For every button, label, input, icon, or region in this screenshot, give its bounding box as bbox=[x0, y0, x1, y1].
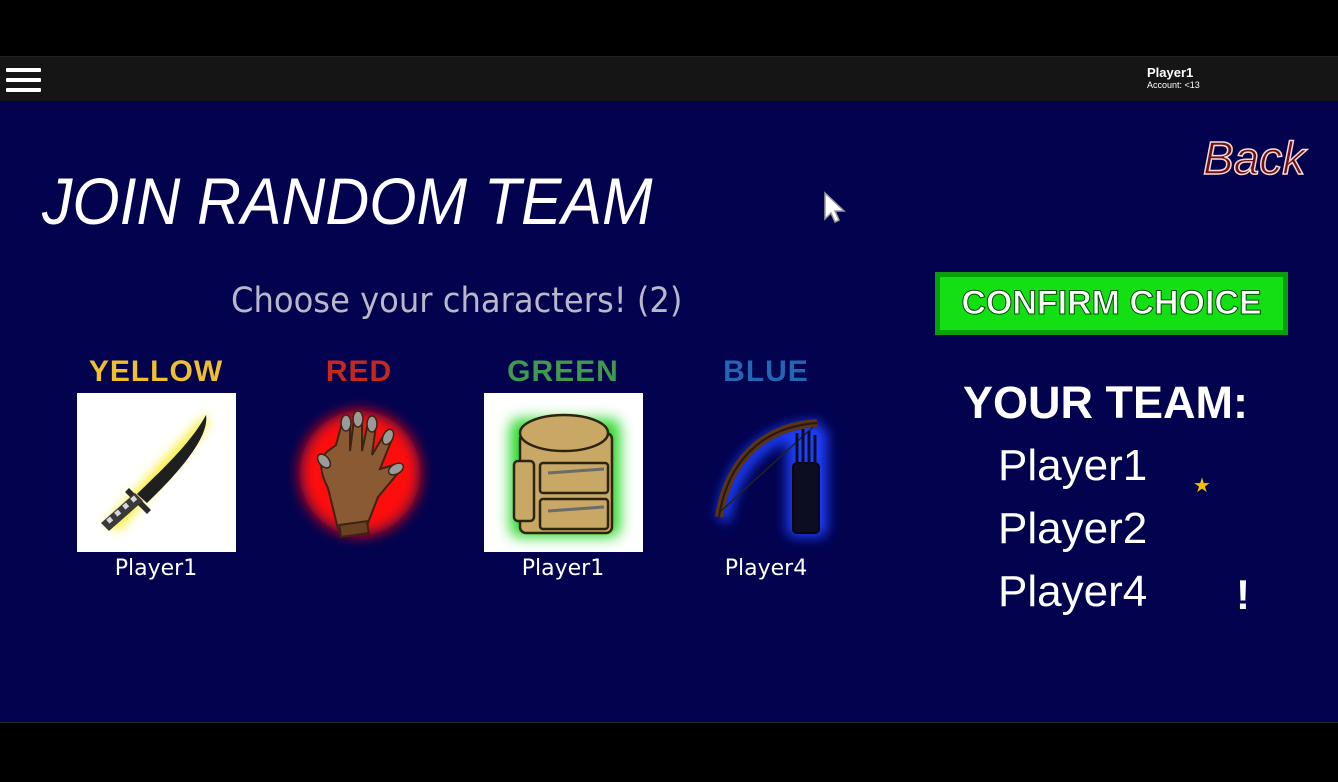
team-color-label: YELLOW bbox=[88, 355, 224, 388]
exclamation-icon: ! bbox=[1236, 571, 1250, 618]
character-player-name: Player4 bbox=[724, 556, 808, 581]
character-blue: BLUE Player4 bbox=[666, 352, 866, 584]
bow-icon bbox=[714, 419, 827, 537]
confirm-choice-button[interactable]: CONFIRM CHOICE bbox=[935, 272, 1288, 335]
character-yellow: YELLOW Player1 bbox=[56, 352, 256, 584]
mouse-cursor-icon bbox=[824, 191, 846, 224]
team-member: Player1 bbox=[998, 441, 1148, 490]
your-team-heading: YOUR TEAM: bbox=[963, 377, 1248, 428]
character-slot-blue[interactable] bbox=[687, 393, 846, 552]
page-title: JOIN RANDOM TEAM bbox=[42, 164, 653, 238]
hamburger-menu-icon[interactable] bbox=[6, 66, 42, 94]
confirm-choice-label: CONFIRM CHOICE bbox=[961, 284, 1262, 323]
team-member: Player4 bbox=[998, 567, 1148, 616]
star-icon: ★ bbox=[1193, 473, 1211, 497]
account-age: Account: <13 bbox=[1147, 80, 1200, 90]
team-color-label: GREEN bbox=[507, 355, 619, 388]
character-green: GREEN Player1 bbox=[463, 352, 663, 584]
choose-characters-prompt: Choose your characters! (2) bbox=[231, 281, 683, 321]
character-player-name bbox=[259, 554, 459, 584]
character-slot-red[interactable] bbox=[280, 393, 439, 552]
team-member: Player2 bbox=[998, 504, 1148, 553]
bottom-divider bbox=[0, 722, 1338, 723]
character-player-name: Player1 bbox=[521, 556, 605, 581]
confirm-choice-button-face: CONFIRM CHOICE bbox=[940, 277, 1283, 330]
game-screen: Player1 Account: <13 JOIN RANDOM TEAM Ba… bbox=[0, 0, 1338, 782]
glove-icon bbox=[299, 410, 420, 539]
account-name: Player1 bbox=[1147, 65, 1194, 80]
character-slot-green[interactable] bbox=[483, 393, 643, 552]
character-red: RED bbox=[259, 352, 459, 584]
account-info: Player1 Account: <13 bbox=[1147, 65, 1200, 91]
character-player-name: Player1 bbox=[114, 556, 198, 581]
team-select-panel: JOIN RANDOM TEAM Back Choose your charac… bbox=[0, 101, 1338, 722]
top-bar: Player1 Account: <13 bbox=[0, 56, 1338, 102]
character-slot-yellow[interactable] bbox=[76, 393, 236, 552]
team-color-label: BLUE bbox=[723, 355, 809, 388]
team-color-label: RED bbox=[325, 355, 393, 388]
back-button[interactable]: Back bbox=[1202, 131, 1306, 185]
katana-icon bbox=[100, 413, 209, 531]
backpack-icon bbox=[509, 413, 620, 537]
